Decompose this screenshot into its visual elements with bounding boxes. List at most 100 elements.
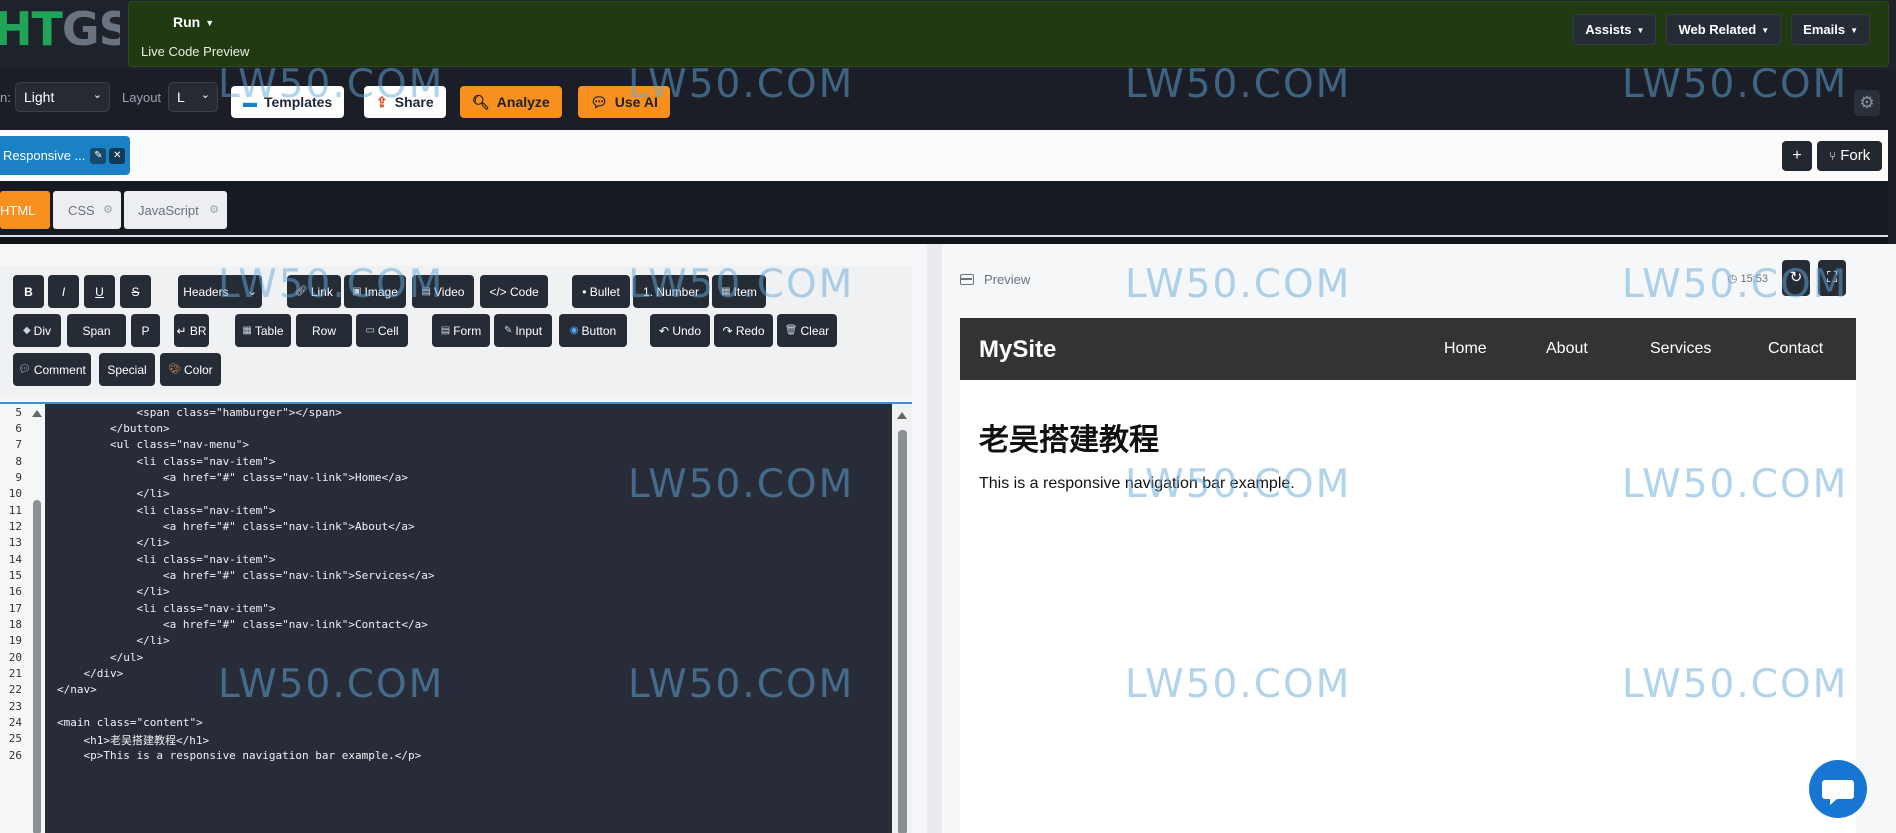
- row-button[interactable]: Row: [296, 314, 352, 347]
- numbered-list-button[interactable]: 1. Number: [633, 275, 709, 308]
- site-nav-home[interactable]: Home: [1444, 340, 1487, 358]
- code-button[interactable]: </> Code: [480, 275, 548, 308]
- div-button[interactable]: ◆ Div: [13, 314, 61, 347]
- file-tab-bar: Responsive ... ✎ ✕ + ⑂ Fork: [0, 130, 1888, 181]
- headers-select[interactable]: Headers ⌄: [178, 275, 262, 308]
- line-number: 20: [8, 651, 22, 664]
- bold-button[interactable]: B: [13, 275, 44, 308]
- bullet-list-button[interactable]: • Bullet: [572, 275, 630, 308]
- close-icon[interactable]: ✕: [109, 147, 126, 164]
- format-toolbar: B I U S Headers ⌄ 🔗︎ Link ▣ Image ▤ Video </…: [0, 266, 912, 396]
- line-number: 19: [8, 634, 22, 647]
- site-nav-contact[interactable]: Contact: [1768, 340, 1823, 358]
- fullscreen-icon[interactable]: ⛶: [1818, 260, 1846, 296]
- gear-icon[interactable]: ⚙: [1854, 90, 1880, 116]
- code-line: </li>: [57, 585, 170, 598]
- strikethrough-button[interactable]: S: [120, 275, 151, 308]
- folder-icon: ▬: [243, 94, 257, 110]
- chat-support-button[interactable]: [1809, 760, 1867, 818]
- scrollbar-thumb[interactable]: [898, 430, 907, 833]
- theme-select[interactable]: Light ⌄: [15, 82, 110, 112]
- video-button[interactable]: ▤ Video: [412, 275, 474, 308]
- paragraph-button[interactable]: P: [131, 314, 160, 347]
- fork-label: Fork: [1840, 147, 1871, 164]
- line-number: 5: [15, 406, 22, 419]
- form-button[interactable]: ▤ Form: [432, 314, 490, 347]
- scrollbar-thumb[interactable]: [33, 500, 41, 833]
- undo-button[interactable]: ↶ Undo: [650, 314, 710, 347]
- web-related-menu-button[interactable]: Web Related ▼: [1666, 14, 1782, 45]
- tab-javascript[interactable]: JavaScript ⚙: [124, 191, 227, 229]
- code-line: </button>: [57, 422, 170, 435]
- preview-pane: Preview ◷ 15:53 ↻ ⛶ MySite Home About Se…: [942, 244, 1896, 833]
- special-chars-button[interactable]: Special: [99, 353, 155, 386]
- add-file-button[interactable]: +: [1782, 141, 1812, 171]
- pane-resizer[interactable]: [927, 244, 942, 833]
- fork-button[interactable]: ⑂ Fork: [1817, 141, 1882, 171]
- redo-button[interactable]: ↷ Redo: [714, 314, 773, 347]
- right-scrollbar[interactable]: [892, 404, 912, 833]
- pencil-icon[interactable]: ✎: [90, 147, 107, 164]
- run-button[interactable]: Run ▼: [173, 14, 214, 30]
- input-button[interactable]: ✎ Input: [494, 314, 552, 347]
- gear-icon[interactable]: ⚙: [103, 203, 113, 216]
- magnifier-icon: 🔍︎: [472, 93, 490, 110]
- code-line: <a href="#" class="nav-link">Home</a>: [57, 471, 408, 484]
- chevron-down-icon: ⌄: [92, 89, 102, 101]
- comment-button[interactable]: 💬︎ Comment: [13, 353, 91, 386]
- use-ai-label: Use AI: [614, 94, 658, 110]
- tab-css[interactable]: CSS ⚙: [53, 191, 121, 229]
- site-brand[interactable]: MySite: [979, 336, 1056, 364]
- emails-menu-button[interactable]: Emails ▼: [1791, 14, 1870, 45]
- use-ai-button[interactable]: 💬︎ Use AI: [578, 86, 670, 118]
- file-tab-responsive[interactable]: Responsive ... ✎ ✕: [0, 136, 130, 175]
- code-line: </nav>: [57, 683, 97, 696]
- clear-button[interactable]: 🗑︎ Clear: [777, 314, 837, 347]
- caret-down-icon: ▼: [1761, 26, 1770, 36]
- code-line: <main class="content">: [57, 716, 203, 729]
- span-button[interactable]: Span: [67, 314, 126, 347]
- video-label: Video: [433, 284, 465, 299]
- code-editor[interactable]: 5 6 7 8 9 10 11 12 13 14 15 16 17 18 19 …: [0, 402, 912, 833]
- table-button[interactable]: ▦ Table: [235, 314, 291, 347]
- line-break-button[interactable]: ↵ BR: [174, 314, 209, 347]
- button-element-button[interactable]: ◉ Button: [559, 314, 627, 347]
- code-line: </div>: [57, 667, 124, 680]
- share-button[interactable]: ⇪ Share: [364, 86, 446, 118]
- code-line: <li class="nav-item">: [57, 602, 276, 615]
- logo-text: HTGS: [0, 6, 120, 52]
- refresh-icon[interactable]: ↻: [1782, 260, 1810, 296]
- templates-button[interactable]: ▬ Templates: [231, 86, 345, 118]
- image-button[interactable]: ▣ Image: [344, 275, 406, 308]
- line-number: 17: [8, 602, 22, 615]
- site-logo[interactable]: HTGS: [0, 6, 120, 52]
- main-toolbar: n: Light ⌄ Layout L ⌄ ▬ Templates ⇪ Share …: [0, 70, 1888, 130]
- image-label: Image: [364, 284, 398, 299]
- italic-button[interactable]: I: [48, 275, 79, 308]
- left-scrollbar[interactable]: [30, 404, 44, 833]
- clear-label: Clear: [800, 323, 830, 338]
- underline-button[interactable]: U: [84, 275, 115, 308]
- site-navbar: MySite Home About Services Contact: [960, 318, 1856, 380]
- link-button[interactable]: 🔗︎ Link: [287, 275, 341, 308]
- scroll-up-icon[interactable]: [897, 412, 907, 419]
- analyze-button[interactable]: 🔍︎ Analyze: [460, 86, 562, 118]
- color-button[interactable]: 🎨︎ Color: [160, 353, 221, 386]
- assists-menu-button[interactable]: Assists ▼: [1573, 14, 1657, 45]
- cell-button[interactable]: ▭ Cell: [356, 314, 408, 347]
- caret-down-icon: ▼: [1636, 26, 1645, 36]
- list-item-button[interactable]: ▦ Item: [712, 275, 766, 308]
- gear-icon[interactable]: ⚙: [209, 203, 219, 216]
- site-nav-services[interactable]: Services: [1650, 340, 1711, 358]
- file-tab-label: Responsive ...: [3, 148, 86, 163]
- div-label: Div: [33, 323, 52, 338]
- code-lines[interactable]: <span class="hamburger"></span> </button…: [47, 404, 892, 833]
- tab-html[interactable]: HTML: [0, 191, 50, 229]
- input-label: Input: [515, 323, 543, 338]
- layout-select[interactable]: L ⌄: [168, 82, 218, 112]
- clipboard-icon: ▦: [721, 286, 731, 297]
- site-paragraph: This is a responsive navigation bar exam…: [979, 475, 1295, 492]
- scroll-up-icon[interactable]: [32, 410, 42, 417]
- window-icon: [960, 274, 974, 285]
- site-nav-about[interactable]: About: [1546, 340, 1588, 358]
